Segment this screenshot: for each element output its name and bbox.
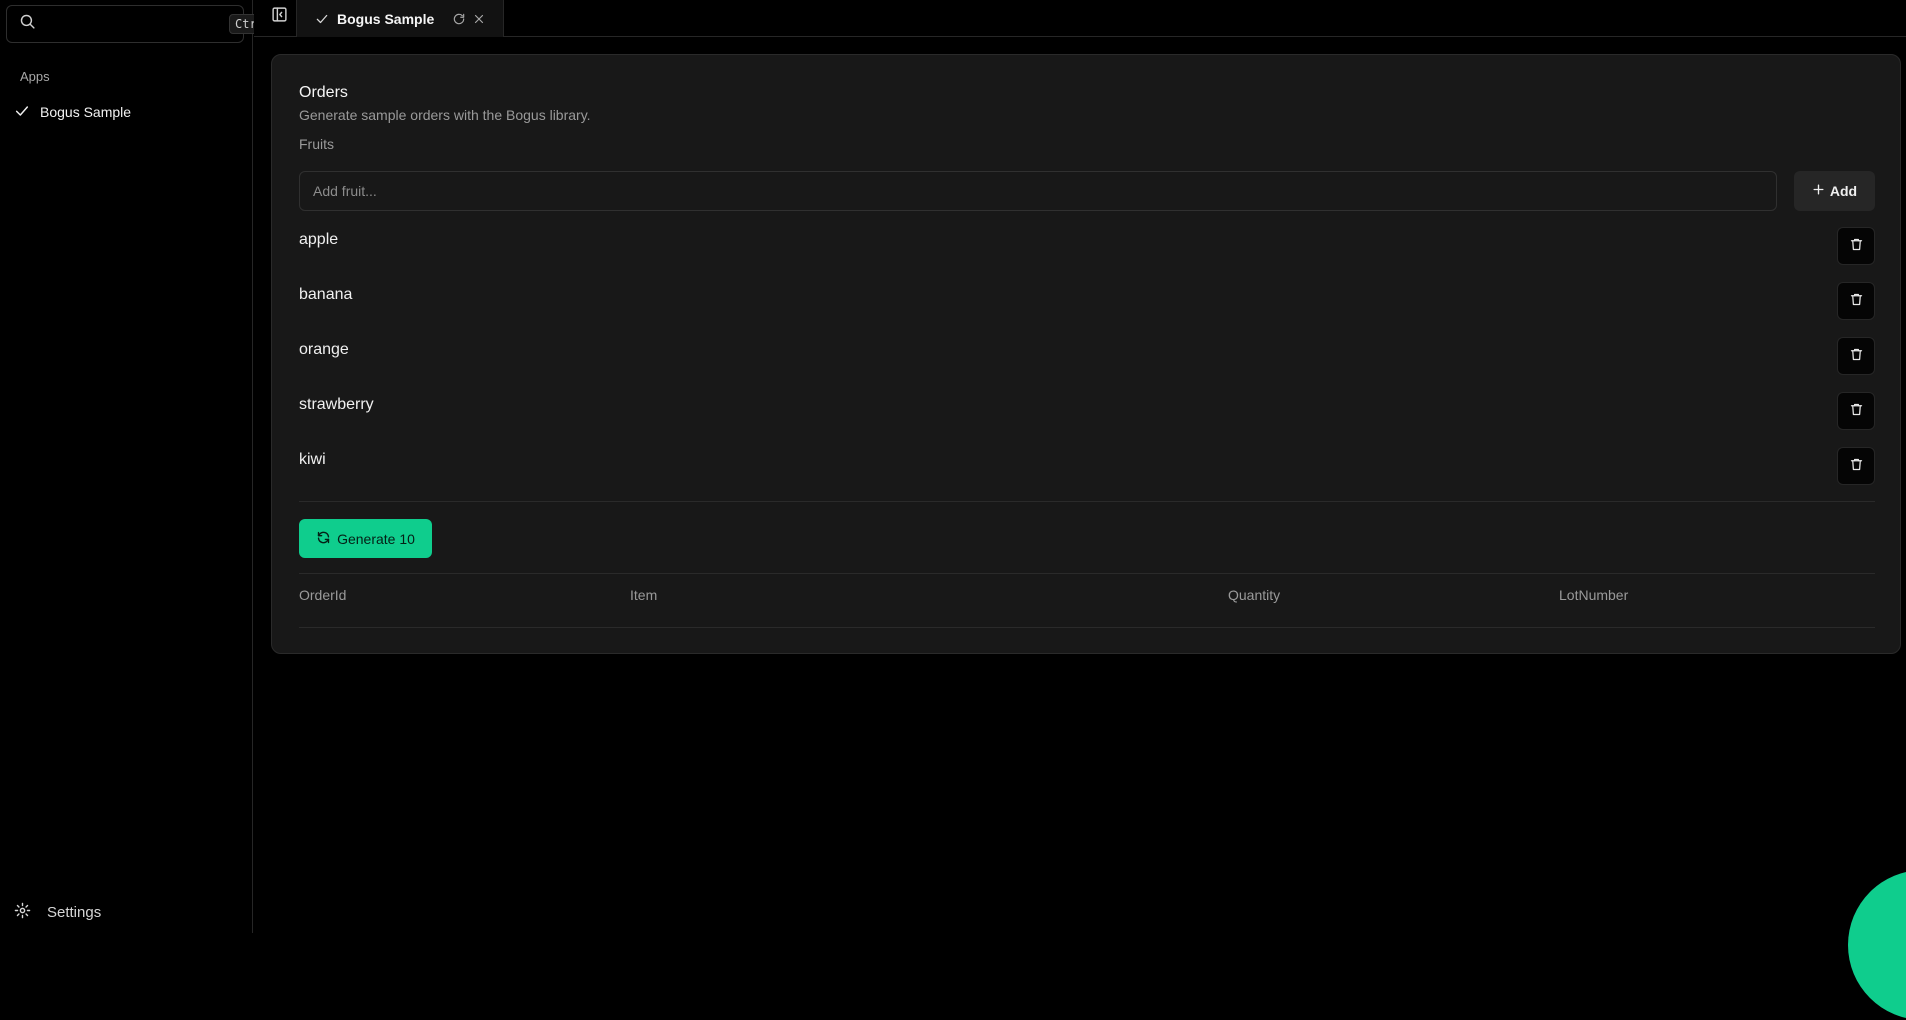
card-title: Orders xyxy=(299,84,348,101)
tab-bar: Bogus Sample xyxy=(254,0,1906,37)
delete-fruit-button[interactable] xyxy=(1837,337,1875,375)
trash-icon xyxy=(1849,457,1864,475)
search-input[interactable] xyxy=(44,15,229,33)
add-button-label: Add xyxy=(1829,183,1858,199)
search-box[interactable]: Ctrl+K xyxy=(6,5,285,43)
column-header-lotnumber: LotNumber xyxy=(1559,587,1629,603)
fruit-row: kiwi xyxy=(299,447,1875,485)
check-icon xyxy=(14,103,40,122)
add-fruit-input[interactable] xyxy=(299,171,1777,211)
gear-icon xyxy=(14,902,47,923)
tab-label: Bogus Sample xyxy=(337,10,435,27)
generate-button[interactable]: Generate 10 xyxy=(299,519,432,558)
delete-fruit-button[interactable] xyxy=(1837,282,1875,320)
orders-table-header: OrderId Item Quantity LotNumber xyxy=(299,575,1875,603)
fruit-name: strawberry xyxy=(299,396,374,413)
fruit-name: kiwi xyxy=(299,451,326,468)
column-header-item: Item xyxy=(630,587,658,603)
sidebar-item-bogus-sample[interactable]: Bogus Sample xyxy=(14,101,240,123)
settings-label: Settings xyxy=(47,904,102,921)
fruit-row: orange xyxy=(299,337,1875,375)
column-header-quantity: Quantity xyxy=(1228,587,1281,603)
collapse-sidebar-button[interactable] xyxy=(268,6,290,28)
divider xyxy=(299,573,1875,574)
refresh-icon[interactable] xyxy=(452,12,466,26)
sidebar-item-label: Bogus Sample xyxy=(40,104,132,120)
orders-card: Orders Generate sample orders with the B… xyxy=(271,54,1901,654)
close-icon[interactable] xyxy=(472,12,486,26)
fruit-name: banana xyxy=(299,286,353,303)
fruit-row: banana xyxy=(299,282,1875,320)
fruit-row: apple xyxy=(299,227,1875,265)
refresh-icon xyxy=(316,530,337,548)
trash-icon xyxy=(1849,347,1864,365)
floating-action-blob[interactable] xyxy=(1848,870,1906,1020)
check-icon xyxy=(315,12,329,26)
plus-icon xyxy=(1812,183,1830,199)
settings-button[interactable]: Settings xyxy=(14,902,101,923)
search-icon xyxy=(19,13,36,35)
sidebar-section-apps: Apps xyxy=(20,69,50,84)
tab-bogus-sample[interactable]: Bogus Sample xyxy=(296,0,504,37)
trash-icon xyxy=(1849,402,1864,420)
divider xyxy=(299,501,1875,502)
sidebar: Ctrl+K Apps Bogus Sample Settings xyxy=(0,0,285,933)
generate-button-label: Generate 10 xyxy=(337,530,415,547)
delete-fruit-button[interactable] xyxy=(1837,447,1875,485)
fruit-row: strawberry xyxy=(299,392,1875,430)
delete-fruit-button[interactable] xyxy=(1837,227,1875,265)
card-description: Generate sample orders with the Bogus li… xyxy=(299,107,591,123)
sidebar-collapse-icon xyxy=(271,6,288,28)
delete-fruit-button[interactable] xyxy=(1837,392,1875,430)
add-fruit-button[interactable]: Add xyxy=(1794,171,1875,211)
fruit-name: apple xyxy=(299,231,339,248)
trash-icon xyxy=(1849,292,1864,310)
divider xyxy=(299,627,1875,628)
column-header-orderid: OrderId xyxy=(299,587,347,603)
fruit-name: orange xyxy=(299,341,349,358)
fruits-label: Fruits xyxy=(299,136,334,152)
trash-icon xyxy=(1849,237,1864,255)
